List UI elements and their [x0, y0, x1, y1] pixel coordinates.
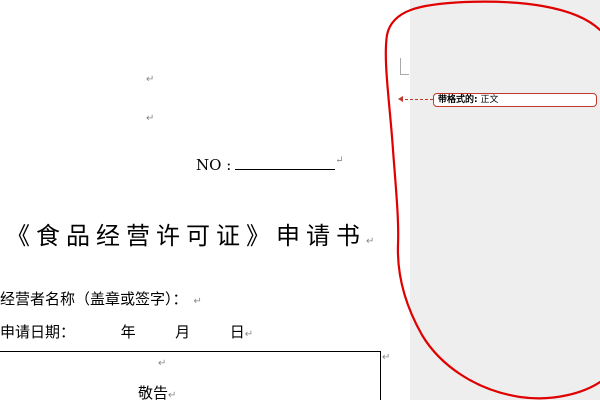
paragraph-mark: ↵: [382, 352, 391, 363]
document-page[interactable]: ↵ ↵ NO : ↵ 《食品经营许可证》申请书↵ 经营者名称（盖章或签字）： ↵ 申…: [0, 0, 410, 400]
balloon-value: 正文: [480, 95, 499, 105]
notice-table-box[interactable]: [0, 351, 381, 400]
balloon-prefix: 带格式的:: [438, 95, 478, 105]
paragraph-mark: ↵: [366, 236, 375, 247]
notice-label: 敬告↵: [138, 384, 177, 400]
format-change-balloon[interactable]: 带格式的: 正文: [433, 93, 597, 107]
paragraph-mark: ↵: [244, 329, 254, 340]
application-date-line[interactable]: 申请日期： 年 月 日↵: [0, 321, 253, 342]
application-date-label: 申请日期：: [0, 323, 76, 341]
document-title: 《食品经营许可证》申请书↵: [6, 222, 375, 250]
operator-name-label: 经营者名称（盖章或签字）：: [0, 290, 188, 308]
paragraph-mark: ↵: [146, 113, 155, 124]
paragraph-mark: ↵: [335, 155, 344, 166]
month-label: 月: [175, 323, 191, 341]
comment-connector-line: [400, 99, 433, 100]
markup-pane: [410, 0, 600, 400]
year-label: 年: [120, 323, 136, 341]
paragraph-mark: ↵: [146, 74, 155, 85]
page-corner-mark: [400, 58, 409, 75]
paragraph-mark: ↵: [168, 390, 177, 400]
serial-number-line[interactable]: NO : ↵: [196, 155, 344, 174]
day-label: 日: [229, 323, 245, 341]
serial-number-blank[interactable]: [235, 155, 336, 170]
serial-number-label: NO :: [196, 156, 232, 174]
paragraph-mark: ↵: [158, 358, 167, 369]
paragraph-mark: ↵: [193, 296, 202, 307]
operator-name-line[interactable]: 经营者名称（盖章或签字）： ↵: [0, 288, 202, 309]
